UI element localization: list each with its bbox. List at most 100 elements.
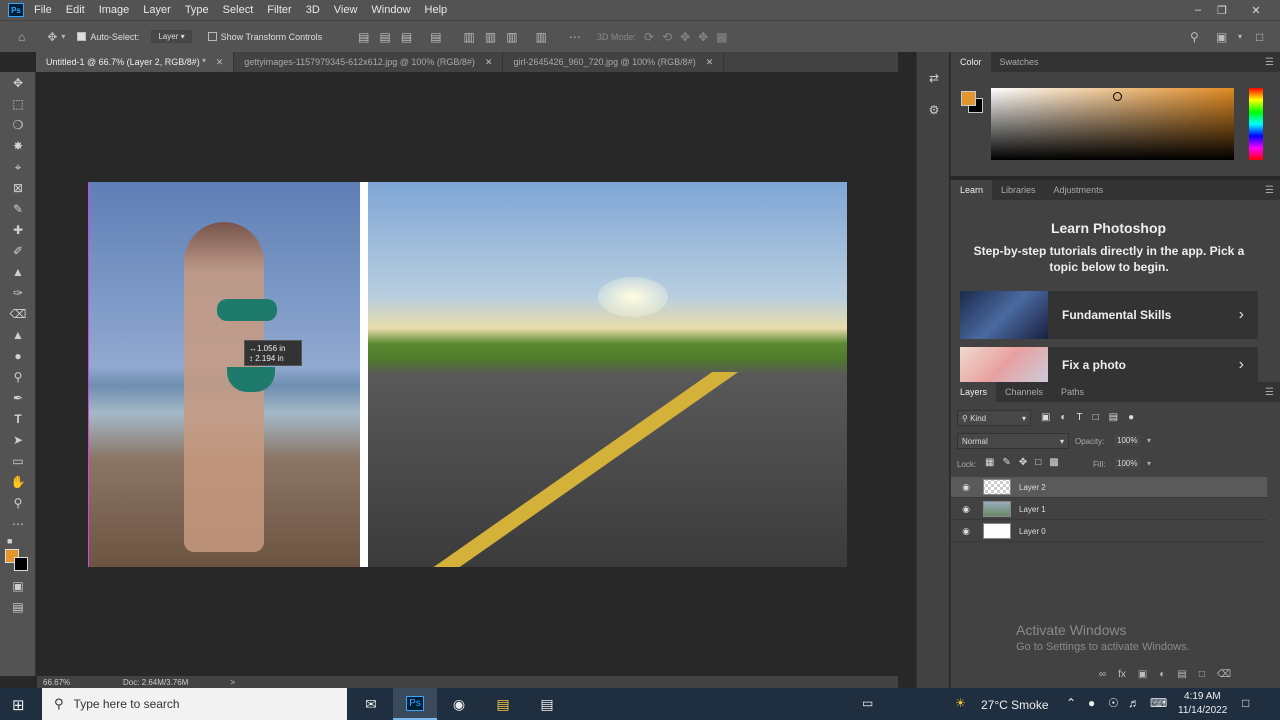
- lock-image-icon[interactable]: ✎: [1002, 457, 1010, 468]
- menu-file[interactable]: File: [34, 4, 52, 16]
- lock-position-icon[interactable]: ✥: [1019, 457, 1027, 468]
- tab-girl[interactable]: girl-2645426_960_720.jpg @ 100% (RGB/8#)…: [503, 52, 725, 72]
- file-explorer-app-icon[interactable]: ▤: [481, 688, 525, 720]
- properties-panel-icon[interactable]: ⚙: [924, 100, 944, 120]
- search-icon[interactable]: ⚲: [1190, 30, 1199, 44]
- new-layer-icon[interactable]: □: [1199, 669, 1205, 680]
- auto-select-checkbox[interactable]: Auto-Select:: [77, 32, 139, 42]
- eye-icon[interactable]: ◉: [959, 504, 973, 515]
- share-icon[interactable]: □: [1256, 30, 1263, 44]
- workspace-icon[interactable]: ▣: [1216, 30, 1227, 44]
- panel-menu-icon[interactable]: ☰: [1265, 57, 1274, 68]
- eyedropper-tool-icon[interactable]: ✎: [7, 200, 29, 218]
- menu-3d[interactable]: 3D: [306, 4, 320, 16]
- road-layer-image[interactable]: [368, 182, 847, 567]
- pixel-filter-icon[interactable]: ▣: [1041, 412, 1050, 423]
- menu-type[interactable]: Type: [185, 4, 209, 16]
- lock-all-icon[interactable]: ▩: [1049, 457, 1058, 468]
- dodge-tool-icon[interactable]: ⚲: [7, 368, 29, 386]
- move-tool-icon[interactable]: ✥: [7, 74, 29, 92]
- show-transform-checkbox[interactable]: Show Transform Controls: [207, 32, 322, 42]
- pen-tool-icon[interactable]: ✒: [7, 389, 29, 407]
- windows-start-icon[interactable]: ⊞: [12, 696, 25, 714]
- quick-select-tool-icon[interactable]: ✸: [7, 137, 29, 155]
- fill-field[interactable]: 100%: [1114, 458, 1141, 469]
- 3d-orbit-icon[interactable]: ⟳: [644, 30, 654, 44]
- tab-swatches[interactable]: Swatches: [991, 52, 1048, 72]
- hand-tool-icon[interactable]: ✋: [7, 473, 29, 491]
- frame-tool-icon[interactable]: ⊠: [7, 179, 29, 197]
- marquee-tool-icon[interactable]: ⬚: [7, 95, 29, 113]
- layer-row-layer-0[interactable]: ◉ Layer 0: [951, 521, 1267, 542]
- beach-layer-image[interactable]: ↔1.056 in ↕ 2.194 in: [88, 182, 360, 567]
- clock-time[interactable]: 4:19 AM: [1184, 691, 1221, 702]
- show-transform-check[interactable]: [207, 32, 217, 41]
- zoom-level[interactable]: 66.67%: [43, 678, 103, 687]
- lock-artboard-icon[interactable]: □: [1035, 457, 1041, 468]
- color-picker-field[interactable]: [991, 88, 1234, 160]
- type-filter-icon[interactable]: T: [1077, 412, 1083, 423]
- rectangle-tool-icon[interactable]: ▭: [7, 452, 29, 470]
- align-middle-icon[interactable]: ▥: [485, 30, 496, 44]
- move-tool-icon[interactable]: ✥: [47, 30, 57, 44]
- 3d-pan-icon[interactable]: ✥: [680, 30, 690, 44]
- align-bottom-icon[interactable]: ▥: [506, 30, 517, 44]
- menu-window[interactable]: Window: [371, 4, 410, 16]
- background-color-swatch[interactable]: [14, 557, 28, 571]
- close-icon[interactable]: ✕: [1242, 0, 1270, 20]
- paint-bucket-tool-icon[interactable]: ▲: [7, 326, 29, 344]
- menu-select[interactable]: Select: [223, 4, 254, 16]
- menu-filter[interactable]: Filter: [267, 4, 291, 16]
- tab-layers[interactable]: Layers: [951, 382, 997, 402]
- opacity-field[interactable]: 100%: [1114, 435, 1141, 446]
- eraser-tool-icon[interactable]: ⌫: [7, 305, 29, 323]
- shape-filter-icon[interactable]: □: [1093, 412, 1099, 423]
- layer-row-layer-2[interactable]: ◉ Layer 2: [951, 477, 1267, 498]
- foreground-color-swatch[interactable]: [961, 91, 976, 106]
- close-tab-icon[interactable]: ✕: [485, 57, 493, 68]
- home-icon[interactable]: ⌂: [18, 30, 25, 44]
- smart-object-filter-icon[interactable]: ▤: [1109, 412, 1118, 423]
- keyboard-icon[interactable]: ⌨: [1150, 696, 1167, 710]
- blur-tool-icon[interactable]: ●: [7, 347, 29, 365]
- tool-preset-dropdown-icon[interactable]: ▾: [61, 32, 65, 41]
- panel-menu-icon[interactable]: ☰: [1265, 387, 1274, 398]
- auto-select-target-dropdown[interactable]: Layer ▾: [151, 30, 192, 43]
- microphone-icon[interactable]: ●: [1088, 696, 1095, 710]
- photoshop-app-icon[interactable]: Ps: [393, 688, 437, 720]
- tray-device-icon[interactable]: ▭: [862, 696, 873, 710]
- more-options-icon[interactable]: ⋯: [569, 30, 581, 44]
- photoshop-logo-icon[interactable]: Ps: [8, 3, 24, 17]
- crop-tool-icon[interactable]: ⌖: [7, 158, 29, 176]
- history-panel-icon[interactable]: ⇄: [924, 68, 944, 88]
- clock-date[interactable]: 11/14/2022: [1178, 705, 1227, 716]
- link-layers-icon[interactable]: ∞: [1099, 669, 1106, 680]
- adjustment-filter-icon[interactable]: ◐: [1060, 412, 1066, 423]
- delete-layer-icon[interactable]: ⌫: [1217, 669, 1231, 680]
- menu-edit[interactable]: Edit: [66, 4, 85, 16]
- learn-card-fundamental-skills[interactable]: Fundamental Skills ›: [960, 291, 1258, 339]
- history-brush-tool-icon[interactable]: ✑: [7, 284, 29, 302]
- align-center-icon[interactable]: ▤: [380, 30, 391, 44]
- tab-color[interactable]: Color: [951, 52, 991, 72]
- menu-layer[interactable]: Layer: [143, 4, 171, 16]
- screen-mode-icon[interactable]: ▤: [7, 598, 29, 616]
- layer-filter-dropdown[interactable]: ⚲ Kind ▾: [957, 410, 1031, 426]
- filter-toggle-icon[interactable]: ●: [1128, 412, 1134, 423]
- weather-icon[interactable]: ☀: [955, 696, 966, 710]
- menu-image[interactable]: Image: [99, 4, 130, 16]
- video-editor-app-icon[interactable]: ▤: [525, 688, 569, 720]
- screen-recorder-app-icon[interactable]: ◉: [437, 688, 481, 720]
- brush-tool-icon[interactable]: ✐: [7, 242, 29, 260]
- close-tab-icon[interactable]: ✕: [216, 57, 224, 68]
- tab-adjustments[interactable]: Adjustments: [1045, 180, 1113, 200]
- tab-gettyimages[interactable]: gettyimages-1157979345-612x612.jpg @ 100…: [234, 52, 504, 72]
- mail-app-icon[interactable]: ✉: [349, 688, 393, 720]
- default-colors-icon[interactable]: ■: [7, 532, 29, 550]
- 3d-roll-icon[interactable]: ⟲: [662, 30, 672, 44]
- menu-help[interactable]: Help: [425, 4, 448, 16]
- type-tool-icon[interactable]: T: [7, 410, 29, 428]
- workspace-dropdown-icon[interactable]: ▾: [1238, 32, 1242, 41]
- zoom-tool-icon[interactable]: ⚲: [7, 494, 29, 512]
- taskbar-search-box[interactable]: ⚲ Type here to search: [42, 688, 347, 720]
